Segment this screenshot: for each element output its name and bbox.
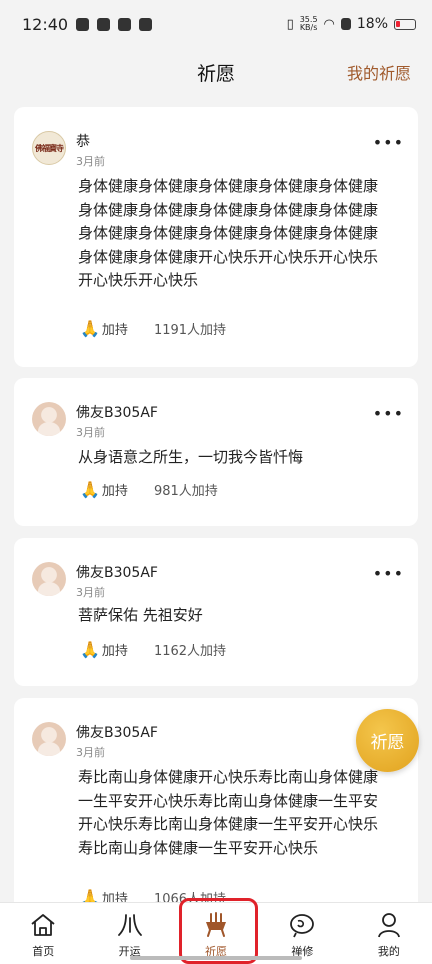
nav-label: 首页 [32, 945, 55, 958]
more-options-icon[interactable]: ••• [373, 564, 404, 583]
vibrate-icon: ▯ [286, 16, 294, 32]
bottom-nav: 首页 开运 祈愿 禅修 我的 [0, 902, 432, 964]
username[interactable]: 恭 [76, 131, 90, 151]
home-icon [29, 911, 57, 939]
header: 祈愿 我的祈愿 [0, 48, 432, 96]
wish-feed[interactable]: 佛福寶寺 恭 3月前 ••• 身体健康身体健康身体健康身体健康身体健康身体健康身… [0, 96, 432, 902]
meditation-icon [288, 911, 316, 939]
net-speed: 35.5 KB/s [299, 15, 318, 32]
avatar[interactable]: 佛福寶寺 [32, 131, 66, 165]
post-time: 3月前 [76, 426, 105, 439]
praying-hands-icon[interactable]: 🙏 [80, 319, 100, 338]
bless-button[interactable]: 加持 [102, 888, 128, 902]
nav-item-home[interactable]: 首页 [0, 903, 86, 964]
bless-button[interactable]: 加持 [102, 640, 128, 659]
tiktok-notification-icon [118, 17, 132, 31]
incense-icon [202, 911, 230, 939]
bless-row: 🙏 加持 1162人加持 [80, 640, 226, 659]
fortune-icon [116, 911, 144, 939]
username[interactable]: 佛友B305AF [76, 562, 158, 582]
bless-count: 1066人加持 [153, 892, 227, 902]
wish-content: 寿比南山身体健康开心快乐寿比南山身体健康一生平安开心快乐寿比南山身体健康一生平安… [78, 768, 379, 857]
avatar[interactable] [32, 722, 66, 756]
bless-button[interactable]: 加持 [102, 480, 128, 499]
praying-hands-icon[interactable]: 🙏 [80, 480, 100, 499]
my-wishes-link[interactable]: 我的祈愿 [347, 60, 411, 84]
post-time: 3月前 [76, 586, 105, 599]
avatar[interactable] [32, 562, 66, 596]
bless-count: 1162人加持 [153, 644, 227, 659]
bless-row: 🙏 加持 1066人加持 [80, 888, 226, 902]
wifi-icon: ◠ [323, 16, 335, 32]
gesture-bar[interactable] [130, 956, 302, 960]
username[interactable]: 佛友B305AF [76, 722, 158, 742]
nav-item-profile[interactable]: 我的 [346, 903, 432, 964]
more-options-icon[interactable]: ••• [373, 404, 404, 423]
bless-count: 981人加持 [153, 484, 218, 499]
page-title: 祈愿 [196, 62, 235, 85]
praying-hands-icon[interactable]: 🙏 [80, 640, 100, 659]
app-notification-icon [76, 17, 90, 31]
nav-item-fortune[interactable]: 开运 [86, 903, 172, 964]
wish-card[interactable]: 佛友B305AF 3月前 ••• 菩萨保佑 先祖安好 🙏 加持 1162人加持 [14, 538, 418, 686]
wish-card[interactable]: 佛福寶寺 恭 3月前 ••• 身体健康身体健康身体健康身体健康身体健康身体健康身… [14, 107, 418, 367]
post-time: 3月前 [76, 155, 105, 168]
fan-notification-icon [139, 17, 153, 31]
battery-icon [394, 18, 416, 30]
nav-item-wish[interactable]: 祈愿 [173, 903, 259, 964]
status-time: 12:40 [22, 14, 69, 34]
nav-label: 我的 [377, 945, 400, 958]
avatar[interactable] [32, 402, 66, 436]
bless-count: 1191人加持 [153, 323, 227, 338]
profile-icon [375, 911, 403, 939]
wish-content: 身体健康身体健康身体健康身体健康身体健康身体健康身体健康身体健康身体健康身体健康… [78, 177, 379, 289]
bless-button[interactable]: 加持 [102, 319, 128, 338]
mail-notification-icon [97, 17, 111, 31]
battery-percent: 18% [356, 16, 388, 32]
wish-card[interactable]: 佛友B305AF 3月前 ••• 从身语意之所生，一切我今皆忏悔 🙏 加持 98… [14, 378, 418, 526]
more-options-icon[interactable]: ••• [373, 133, 404, 152]
username[interactable]: 佛友B305AF [76, 402, 158, 422]
sim-off-icon [340, 18, 351, 30]
status-bar: 12:40 ▯ 35.5 KB/s ◠ 18% [0, 0, 432, 48]
wish-content: 菩萨保佑 先祖安好 [78, 606, 203, 624]
wish-content: 从身语意之所生，一切我今皆忏悔 [78, 448, 304, 466]
praying-hands-icon[interactable]: 🙏 [80, 888, 100, 902]
post-time: 3月前 [76, 746, 105, 759]
nav-item-meditation[interactable]: 禅修 [259, 903, 345, 964]
bless-row: 🙏 加持 1191人加持 [80, 319, 226, 338]
make-wish-button[interactable]: 祈愿 [356, 709, 419, 772]
bless-row: 🙏 加持 981人加持 [80, 480, 218, 499]
